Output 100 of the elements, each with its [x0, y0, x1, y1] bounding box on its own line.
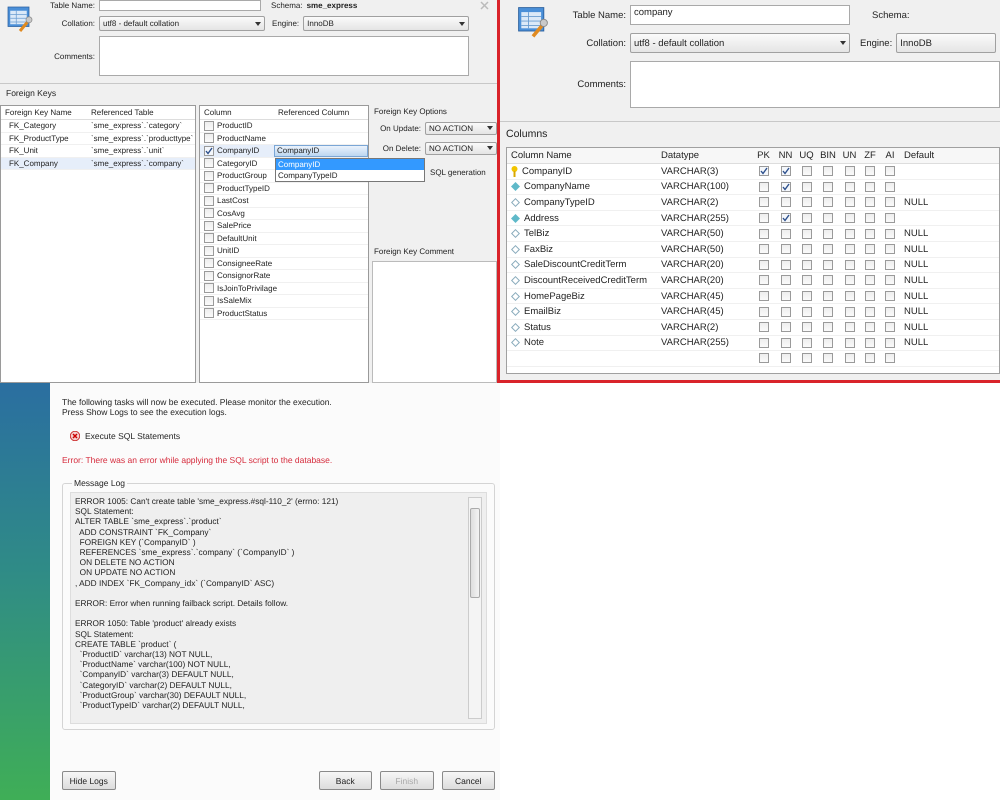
checkbox[interactable] [865, 306, 875, 317]
checkbox[interactable] [823, 353, 833, 364]
engine-dropdown[interactable]: InnoDB [896, 33, 996, 53]
checkbox[interactable] [204, 170, 214, 181]
checkbox[interactable] [758, 197, 768, 208]
checkbox[interactable] [204, 133, 214, 144]
checkbox[interactable] [780, 306, 790, 317]
checkbox[interactable] [780, 228, 790, 239]
checkbox[interactable] [823, 213, 833, 224]
dialog-button[interactable]: Cancel [442, 771, 495, 790]
checkbox[interactable] [802, 228, 812, 239]
dialog-button[interactable]: Hide Logs [62, 771, 116, 790]
checkbox[interactable] [204, 158, 214, 168]
checkbox[interactable] [780, 353, 790, 364]
checkbox[interactable] [780, 260, 790, 270]
checkbox[interactable] [780, 197, 790, 208]
checkbox[interactable] [844, 244, 854, 254]
checkbox[interactable] [865, 182, 875, 192]
checkbox[interactable] [823, 338, 833, 348]
checkbox[interactable] [780, 213, 790, 224]
checkbox[interactable] [780, 275, 790, 286]
checkbox[interactable] [802, 244, 812, 254]
checkbox[interactable] [758, 275, 768, 286]
checkbox[interactable] [844, 260, 854, 270]
on-update-dropdown[interactable]: NO ACTION [425, 122, 497, 134]
close-icon[interactable] [480, 1, 489, 10]
checkbox[interactable] [885, 338, 895, 348]
engine-dropdown[interactable]: InnoDB [303, 16, 470, 31]
checkbox[interactable] [823, 228, 833, 239]
checkbox[interactable] [758, 260, 768, 270]
checkbox[interactable] [865, 353, 875, 364]
checkbox[interactable] [204, 308, 214, 318]
checkbox[interactable] [885, 213, 895, 224]
checkbox[interactable] [865, 291, 875, 302]
checkbox[interactable] [204, 208, 214, 218]
checkbox[interactable] [204, 196, 214, 206]
checkbox[interactable] [204, 258, 214, 268]
table-name-field[interactable] [99, 0, 261, 11]
checkbox[interactable] [780, 322, 790, 332]
checkbox[interactable] [885, 275, 895, 286]
checkbox[interactable] [780, 338, 790, 348]
checkbox[interactable] [885, 322, 895, 332]
checkbox[interactable] [885, 182, 895, 192]
checkbox[interactable] [885, 197, 895, 208]
table-row[interactable]: FK_Company `sme_express`.`company` [1, 158, 195, 170]
checkbox[interactable] [844, 291, 854, 302]
checkbox[interactable] [885, 260, 895, 270]
checkbox[interactable] [823, 244, 833, 254]
checkbox[interactable] [204, 283, 214, 294]
table-name-field[interactable]: company [630, 5, 850, 25]
checkbox[interactable] [204, 246, 214, 256]
checkbox[interactable] [802, 197, 812, 208]
checkbox[interactable] [823, 275, 833, 286]
checkbox[interactable] [823, 166, 833, 176]
checkbox[interactable] [823, 322, 833, 332]
collation-dropdown[interactable]: utf8 - default collation [630, 33, 850, 53]
on-delete-dropdown[interactable]: NO ACTION [425, 142, 497, 154]
checkbox[interactable] [204, 220, 214, 231]
checkbox[interactable] [780, 166, 790, 176]
checkbox[interactable] [823, 306, 833, 317]
checkbox[interactable] [204, 120, 214, 131]
checkbox[interactable] [802, 166, 812, 176]
collation-dropdown[interactable]: utf8 - default collation [99, 16, 265, 31]
checkbox[interactable] [780, 182, 790, 192]
checkbox[interactable] [865, 213, 875, 224]
checkbox[interactable] [758, 228, 768, 239]
checkbox[interactable] [844, 228, 854, 239]
table-row[interactable]: FK_Category `sme_express`.`category` [1, 120, 195, 132]
checkbox[interactable] [758, 338, 768, 348]
checkbox[interactable] [802, 306, 812, 317]
checkbox[interactable] [865, 244, 875, 254]
checkbox[interactable] [802, 260, 812, 270]
checkbox[interactable] [823, 291, 833, 302]
checkbox[interactable] [802, 213, 812, 224]
checkbox[interactable] [802, 338, 812, 348]
checkbox[interactable] [780, 291, 790, 302]
checkbox[interactable] [758, 182, 768, 192]
checkbox[interactable] [204, 146, 214, 156]
comments-field[interactable] [630, 61, 1000, 108]
checkbox[interactable] [885, 291, 895, 302]
checkbox[interactable] [885, 353, 895, 364]
checkbox[interactable] [204, 233, 214, 244]
checkbox[interactable] [844, 213, 854, 224]
checkbox[interactable] [758, 353, 768, 364]
checkbox[interactable] [758, 322, 768, 332]
checkbox[interactable] [885, 166, 895, 176]
checkbox[interactable] [802, 275, 812, 286]
checkbox[interactable] [204, 296, 214, 306]
checkbox[interactable] [758, 244, 768, 254]
checkbox[interactable] [865, 166, 875, 176]
checkbox[interactable] [865, 322, 875, 332]
checkbox[interactable] [844, 353, 854, 364]
checkbox[interactable] [844, 197, 854, 208]
checkbox[interactable] [802, 182, 812, 192]
checkbox[interactable] [823, 182, 833, 192]
checkbox[interactable] [758, 166, 768, 176]
checkbox[interactable] [885, 244, 895, 254]
dialog-button[interactable]: Back [318, 771, 372, 790]
checkbox[interactable] [758, 213, 768, 224]
checkbox[interactable] [844, 275, 854, 286]
